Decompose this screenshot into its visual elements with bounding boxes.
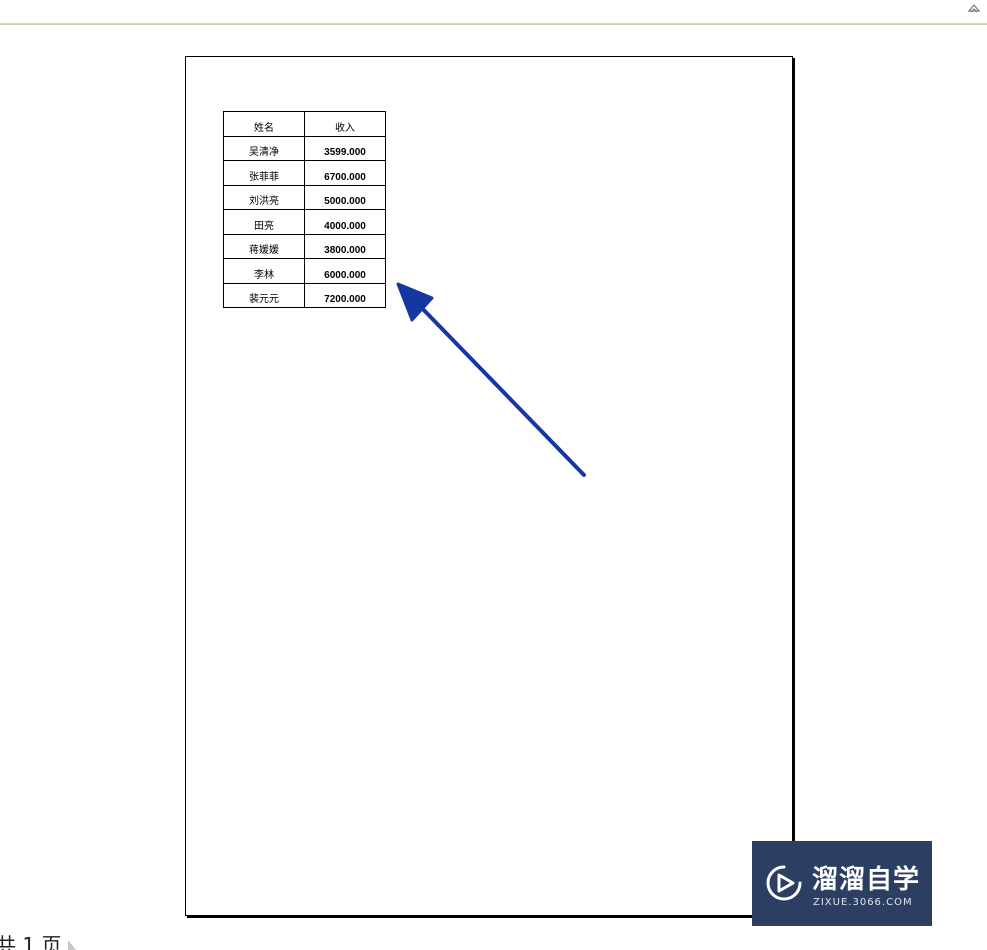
- table-row: 李林 6000.000: [223, 258, 386, 284]
- cell-name: 李林: [223, 258, 305, 284]
- cell-income: 6000.000: [304, 258, 386, 284]
- header-name: 姓名: [223, 111, 305, 137]
- print-preview-window: 姓名 收入 吴清净 3599.000 张菲菲 6700.000 刘洪亮 5000…: [0, 0, 987, 950]
- page-count-label: 共 1 页: [0, 933, 62, 950]
- cell-income: 4000.000: [304, 209, 386, 235]
- triangle-right-icon[interactable]: [67, 940, 77, 950]
- table-row: 田亮 4000.000: [223, 209, 386, 235]
- preview-page: 姓名 收入 吴清净 3599.000 张菲菲 6700.000 刘洪亮 5000…: [185, 56, 793, 916]
- cell-income: 3800.000: [304, 233, 386, 259]
- data-table: 姓名 收入 吴清净 3599.000 张菲菲 6700.000 刘洪亮 5000…: [223, 111, 386, 308]
- table-row: 张菲菲 6700.000: [223, 160, 386, 186]
- site-watermark: 溜溜自学 ZIXUE.3066.COM: [752, 841, 932, 926]
- table-row: 蒋媛媛 3800.000: [223, 233, 386, 259]
- table-header-row: 姓名 收入: [223, 111, 386, 137]
- table-row: 刘洪亮 5000.000: [223, 184, 386, 210]
- cell-income: 7200.000: [304, 282, 386, 308]
- cell-name: 张菲菲: [223, 160, 305, 186]
- cell-name: 蒋媛媛: [223, 233, 305, 259]
- cell-name: 裴元元: [223, 282, 305, 308]
- play-circle-icon: [766, 865, 802, 901]
- chevron-up-icon[interactable]: [967, 1, 981, 15]
- ribbon-bar: [0, 0, 987, 24]
- watermark-title: 溜溜自学: [812, 865, 921, 895]
- table-row: 裴元元 7200.000: [223, 282, 386, 308]
- cell-income: 3599.000: [304, 135, 386, 161]
- cell-name: 吴清净: [223, 135, 305, 161]
- table-row: 吴清净 3599.000: [223, 135, 386, 161]
- watermark-url: ZIXUE.3066.COM: [813, 897, 913, 908]
- cell-income: 6700.000: [304, 160, 386, 186]
- annotation-arrow-icon: [396, 282, 586, 477]
- ribbon-divider: [0, 23, 987, 25]
- header-income: 收入: [304, 111, 386, 137]
- cell-income: 5000.000: [304, 184, 386, 210]
- cell-name: 刘洪亮: [223, 184, 305, 210]
- cell-name: 田亮: [223, 209, 305, 235]
